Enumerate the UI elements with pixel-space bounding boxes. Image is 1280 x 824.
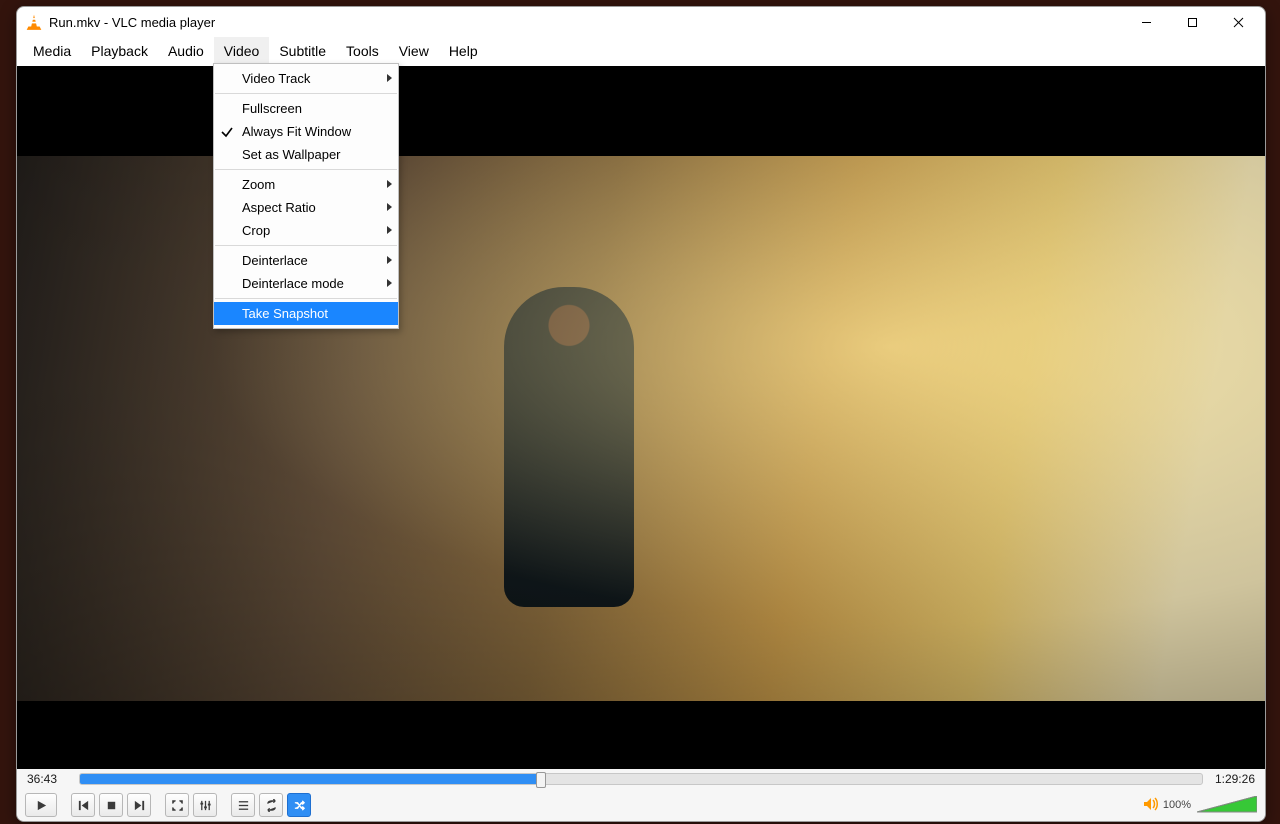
menu-tools[interactable]: Tools xyxy=(336,37,389,65)
volume-control[interactable]: 100% xyxy=(1143,796,1257,814)
menubar: Media Playback Audio Video Subtitle Tool… xyxy=(17,37,1265,66)
video-frame-figure xyxy=(504,287,634,607)
next-button[interactable] xyxy=(127,793,151,817)
submenu-arrow-icon xyxy=(387,279,392,287)
menu-help[interactable]: Help xyxy=(439,37,488,65)
menu-subtitle[interactable]: Subtitle xyxy=(269,37,336,65)
menu-separator xyxy=(215,298,397,299)
menu-media[interactable]: Media xyxy=(23,37,81,65)
submenu-arrow-icon xyxy=(387,256,392,264)
vlc-cone-icon xyxy=(25,13,43,31)
check-icon xyxy=(220,123,234,137)
video-menu-dropdown: Video Track FullscreenAlways Fit WindowSe… xyxy=(213,63,399,329)
seek-slider[interactable] xyxy=(79,773,1203,785)
shuffle-button[interactable] xyxy=(287,793,311,817)
menu-separator xyxy=(215,93,397,94)
menu-item-take-snapshot[interactable]: Take Snapshot xyxy=(214,302,398,325)
extended-settings-button[interactable] xyxy=(193,793,217,817)
submenu-arrow-icon xyxy=(387,180,392,188)
menu-separator xyxy=(215,169,397,170)
menu-item-always-fit-window[interactable]: Always Fit Window xyxy=(214,120,398,143)
loop-button[interactable] xyxy=(259,793,283,817)
window-title: Run.mkv - VLC media player xyxy=(49,15,215,30)
elapsed-time[interactable]: 36:43 xyxy=(27,772,71,786)
menu-item-video-track[interactable]: Video Track xyxy=(214,67,398,90)
menu-item-set-as-wallpaper[interactable]: Set as Wallpaper xyxy=(214,143,398,166)
menu-item-aspect-ratio[interactable]: Aspect Ratio xyxy=(214,196,398,219)
seek-knob[interactable] xyxy=(536,772,546,788)
menu-audio[interactable]: Audio xyxy=(158,37,214,65)
menu-item-crop[interactable]: Crop xyxy=(214,219,398,242)
maximize-button[interactable] xyxy=(1169,7,1215,37)
letterbox-top xyxy=(17,66,1265,156)
submenu-arrow-icon xyxy=(387,226,392,234)
seek-fill xyxy=(80,774,540,784)
previous-button[interactable] xyxy=(71,793,95,817)
menu-item-deinterlace[interactable]: Deinterlace xyxy=(214,249,398,272)
minimize-button[interactable] xyxy=(1123,7,1169,37)
volume-slider[interactable] xyxy=(1197,796,1257,814)
playlist-button[interactable] xyxy=(231,793,255,817)
menu-item-zoom[interactable]: Zoom xyxy=(214,173,398,196)
play-button[interactable] xyxy=(25,793,57,817)
speaker-icon xyxy=(1143,797,1159,814)
submenu-arrow-icon xyxy=(387,203,392,211)
titlebar: Run.mkv - VLC media player xyxy=(17,7,1265,37)
menu-playback[interactable]: Playback xyxy=(81,37,158,65)
volume-percent: 100% xyxy=(1163,799,1191,811)
seek-row: 36:43 1:29:26 xyxy=(17,769,1265,789)
close-button[interactable] xyxy=(1215,7,1261,37)
video-viewport[interactable] xyxy=(17,66,1265,769)
menu-view[interactable]: View xyxy=(389,37,439,65)
total-time[interactable]: 1:29:26 xyxy=(1211,772,1255,786)
controls-bar: 100% xyxy=(17,789,1265,821)
menu-item-fullscreen[interactable]: Fullscreen xyxy=(214,97,398,120)
app-window: Run.mkv - VLC media player Media Playbac… xyxy=(16,6,1266,822)
video-frame xyxy=(17,156,1265,701)
submenu-arrow-icon xyxy=(387,74,392,82)
menu-separator xyxy=(215,245,397,246)
letterbox-bottom xyxy=(17,701,1265,769)
fullscreen-button[interactable] xyxy=(165,793,189,817)
menu-video[interactable]: Video xyxy=(214,37,270,65)
stop-button[interactable] xyxy=(99,793,123,817)
menu-item-deinterlace-mode[interactable]: Deinterlace mode xyxy=(214,272,398,295)
